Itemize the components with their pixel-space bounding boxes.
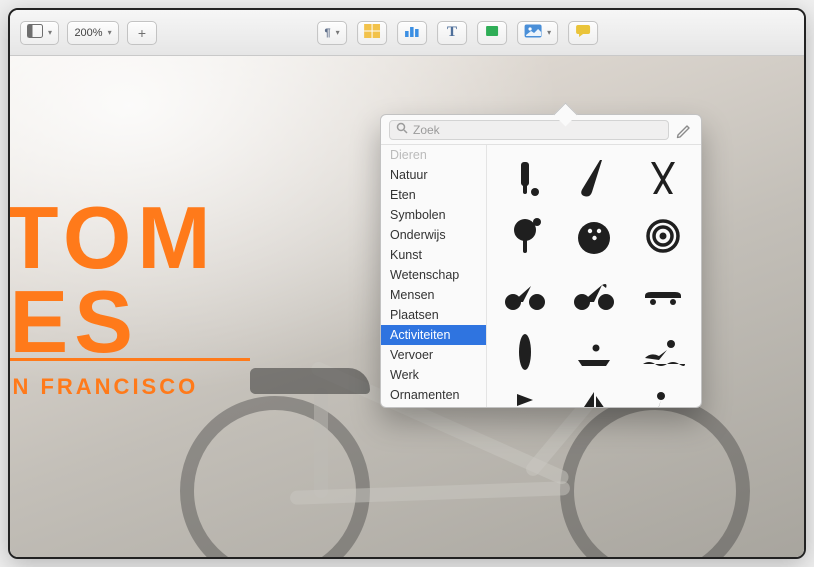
insert-table-button[interactable]: [357, 21, 387, 45]
surfboard-icon[interactable]: [495, 325, 554, 379]
image-icon: [524, 24, 542, 41]
app-window: ▾ 200% ▾ + ¶ ▾: [8, 8, 806, 559]
popover-header: Zoek: [381, 115, 701, 145]
target-icon[interactable]: [634, 209, 693, 263]
chevron-down-icon: ▾: [48, 28, 52, 37]
toolbar-center-group: ¶ ▾ T: [317, 21, 598, 45]
shape-icon: [484, 24, 500, 41]
shape-category-item[interactable]: Werk: [381, 365, 486, 385]
shape-category-item[interactable]: Activiteiten: [381, 325, 486, 345]
search-placeholder: Zoek: [413, 123, 440, 137]
zoom-select[interactable]: 200% ▾: [67, 21, 119, 45]
insert-comment-button[interactable]: [568, 21, 598, 45]
paragraph-style-button[interactable]: ¶ ▾: [317, 21, 347, 45]
popover-body: DierenNatuurEtenSymbolenOnderwijsKunstWe…: [381, 145, 701, 407]
edit-shapes-button[interactable]: [675, 121, 693, 139]
table-icon: [364, 24, 380, 41]
plus-icon: +: [138, 26, 146, 40]
document-canvas[interactable]: STOM KES S, SAN FRANCISCO Zoek DierenNat…: [10, 56, 804, 557]
insert-textbox-button[interactable]: T: [437, 21, 467, 45]
shape-category-item[interactable]: Vervoer: [381, 345, 486, 365]
toolbar-left-group: ▾ 200% ▾ +: [20, 21, 157, 45]
shapes-popover: Zoek DierenNatuurEtenSymbolenOnderwijsKu…: [380, 114, 702, 408]
shape-grid: [487, 145, 701, 407]
shape-category-item[interactable]: Wetenschap: [381, 265, 486, 285]
insert-shape-button[interactable]: [477, 21, 507, 45]
skateboard-icon[interactable]: [634, 267, 693, 321]
text-icon: T: [447, 24, 457, 41]
shapes-search-input[interactable]: Zoek: [389, 120, 669, 140]
view-mode-button[interactable]: ▾: [20, 21, 59, 45]
sidebar-layout-icon: [27, 24, 43, 41]
chevron-down-icon: ▾: [547, 28, 551, 37]
headline-text: STOM KES: [10, 196, 217, 363]
shape-category-item[interactable]: Dieren: [381, 145, 486, 165]
subline-text: S, SAN FRANCISCO: [10, 374, 198, 400]
chart-icon: [404, 24, 420, 41]
hockey-stick-icon[interactable]: [564, 151, 623, 205]
insert-media-button[interactable]: ▾: [517, 21, 558, 45]
crossed-sticks-icon[interactable]: [634, 151, 693, 205]
shape-category-list[interactable]: DierenNatuurEtenSymbolenOnderwijsKunstWe…: [381, 145, 487, 407]
bike-icon[interactable]: [495, 267, 554, 321]
insert-chart-button[interactable]: [397, 21, 427, 45]
rowing-icon[interactable]: [564, 325, 623, 379]
shape-category-item[interactable]: Plaatsen: [381, 305, 486, 325]
golf-flag-icon[interactable]: [495, 383, 554, 407]
shape-category-item[interactable]: Ornamenten: [381, 385, 486, 405]
shape-category-item[interactable]: Symbolen: [381, 205, 486, 225]
racing-bike-icon[interactable]: [564, 267, 623, 321]
shape-category-item[interactable]: Kunst: [381, 245, 486, 265]
swimming-icon[interactable]: [634, 325, 693, 379]
zoom-level-label: 200%: [74, 27, 102, 39]
sailboat-icon[interactable]: [564, 383, 623, 407]
bowling-icon[interactable]: [564, 209, 623, 263]
headline-divider: [10, 358, 250, 361]
chevron-down-icon: ▾: [108, 28, 112, 37]
shape-category-item[interactable]: Mensen: [381, 285, 486, 305]
hiking-icon[interactable]: [634, 383, 693, 407]
shape-category-item[interactable]: Natuur: [381, 165, 486, 185]
add-page-button[interactable]: +: [127, 21, 157, 45]
shape-category-item[interactable]: Onderwijs: [381, 225, 486, 245]
table-tennis-icon[interactable]: [495, 209, 554, 263]
shape-category-item[interactable]: Eten: [381, 185, 486, 205]
cricket-bat-icon[interactable]: [495, 151, 554, 205]
search-icon: [396, 122, 408, 137]
chevron-down-icon: ▾: [336, 28, 340, 37]
paragraph-icon: ¶: [324, 27, 330, 39]
toolbar: ▾ 200% ▾ + ¶ ▾: [10, 10, 804, 56]
comment-icon: [575, 24, 591, 41]
